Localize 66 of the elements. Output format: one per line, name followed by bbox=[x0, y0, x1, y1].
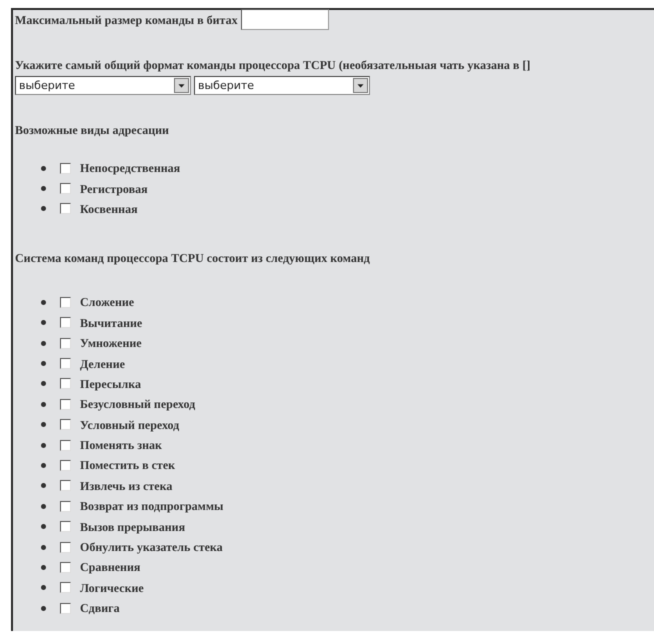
checkbox[interactable] bbox=[60, 500, 71, 512]
option-label: Возврат из подпрограммы bbox=[80, 498, 224, 514]
question-label: Максимальный размер команды в битах bbox=[15, 12, 238, 28]
checkbox[interactable] bbox=[60, 358, 71, 370]
checkbox[interactable] bbox=[60, 602, 71, 614]
checkbox[interactable] bbox=[60, 562, 71, 573]
option-label: Пересылка bbox=[80, 376, 141, 392]
bullet-icon bbox=[41, 524, 46, 530]
bullet-icon bbox=[41, 585, 46, 590]
caret-icon bbox=[353, 78, 368, 93]
option-label: Умножение bbox=[80, 335, 142, 352]
option-label: Поместить в стек bbox=[80, 457, 176, 474]
checkbox[interactable] bbox=[60, 338, 71, 349]
checkbox[interactable] bbox=[60, 521, 71, 532]
bullet-icon bbox=[41, 402, 46, 407]
bullet-icon bbox=[41, 504, 46, 509]
dropdown[interactable]: выберите bbox=[15, 76, 191, 95]
option-label: Деление bbox=[80, 356, 125, 372]
bullet-icon bbox=[41, 606, 46, 611]
checkbox[interactable] bbox=[60, 296, 71, 308]
bullet-icon bbox=[41, 462, 46, 468]
checkbox[interactable] bbox=[60, 419, 71, 430]
option-label: Логические bbox=[80, 580, 144, 596]
option-label: Вычитание bbox=[80, 314, 142, 331]
option-label: Сдвига bbox=[80, 600, 120, 616]
option-label: Обнулить указатель стека bbox=[80, 539, 223, 556]
input-field[interactable] bbox=[240, 9, 329, 30]
option-label: Безусловный переход bbox=[80, 396, 196, 412]
checkbox[interactable] bbox=[60, 542, 71, 553]
checkbox[interactable] bbox=[60, 440, 71, 451]
option-label: Вызов прерывания bbox=[80, 518, 186, 535]
option-label: Регистровая bbox=[80, 180, 148, 197]
checkbox[interactable] bbox=[60, 162, 71, 174]
caret-icon bbox=[174, 78, 189, 93]
bullet-icon bbox=[41, 361, 46, 366]
checkbox[interactable] bbox=[60, 378, 71, 390]
option-label: Косвенная bbox=[80, 200, 138, 217]
checkbox[interactable] bbox=[60, 480, 71, 492]
option-label: Непосредственная bbox=[80, 160, 180, 176]
bullet-icon bbox=[41, 300, 46, 305]
option-label: Поменять знак bbox=[80, 437, 162, 454]
question-label: Возможные виды адресации bbox=[15, 122, 170, 138]
bullet-icon bbox=[41, 442, 46, 448]
option-label: Извлечь из стека bbox=[80, 478, 172, 494]
bullet-icon bbox=[41, 381, 46, 386]
checkbox[interactable] bbox=[60, 183, 71, 194]
checkbox[interactable] bbox=[60, 317, 71, 328]
bullet-icon bbox=[41, 564, 46, 570]
option-label: Сравнения bbox=[80, 559, 140, 576]
bullet-icon bbox=[41, 320, 46, 326]
bullet-icon bbox=[41, 206, 46, 212]
checkbox[interactable] bbox=[60, 582, 71, 594]
bullet-icon bbox=[41, 422, 46, 428]
option-label: Сложение bbox=[80, 294, 134, 310]
checkbox[interactable] bbox=[60, 460, 71, 471]
question-label: Система команд процессора TCPU состоит из следующих команд bbox=[15, 250, 371, 266]
dropdown[interactable]: выберите bbox=[194, 76, 370, 95]
bullet-icon bbox=[41, 166, 46, 171]
checkbox[interactable] bbox=[60, 398, 71, 410]
option-label: Условный переход bbox=[80, 416, 180, 433]
bullet-icon bbox=[41, 544, 46, 550]
bullet-icon bbox=[41, 483, 46, 488]
bullet-icon bbox=[41, 186, 46, 192]
bullet-icon bbox=[41, 340, 46, 346]
question-label: Укажите самый общий формат команды процессора TCPU (необязательныая чать указана в [] bbox=[15, 57, 532, 73]
checkbox[interactable] bbox=[60, 203, 71, 214]
